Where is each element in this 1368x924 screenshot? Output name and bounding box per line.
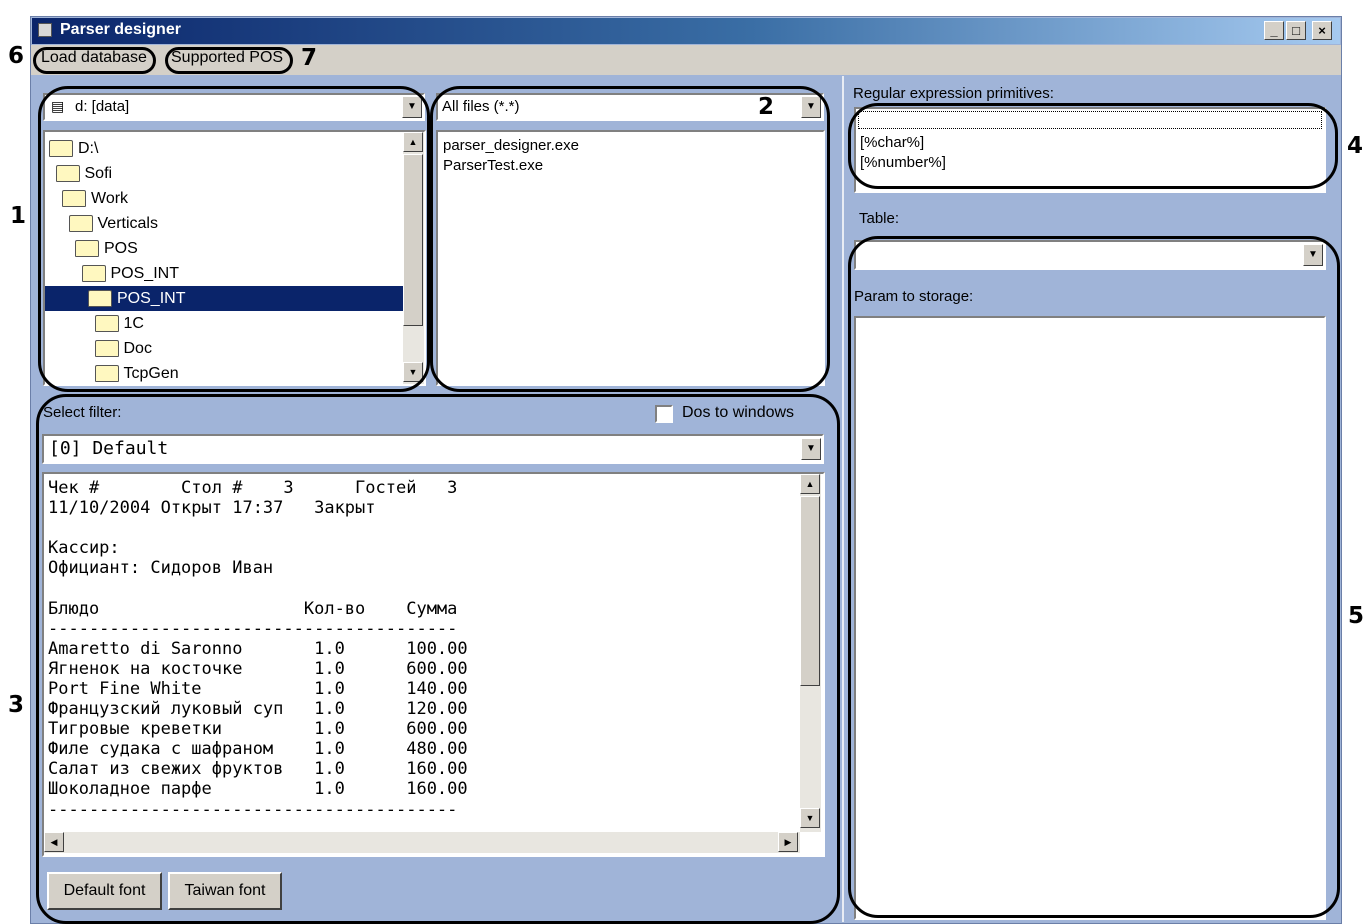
callout-oval-2 (430, 86, 830, 392)
callout-2: 2 (758, 94, 775, 120)
callout-6: 6 (8, 43, 25, 69)
maximize-button[interactable]: □ (1286, 21, 1306, 40)
minimize-button[interactable]: _ (1264, 21, 1284, 40)
callout-7: 7 (301, 45, 318, 71)
callout-oval-7 (165, 47, 293, 74)
regex-label: Regular expression primitives: (853, 85, 1054, 102)
callout-4: 4 (1347, 133, 1364, 159)
callout-oval-5 (848, 236, 1340, 918)
callout-1: 1 (10, 203, 27, 229)
callout-oval-1 (38, 86, 430, 392)
panel-divider (842, 76, 844, 922)
table-label: Table: (859, 210, 900, 227)
title-bar[interactable]: Parser designer _ □ × (32, 18, 1340, 44)
window-title: Parser designer (60, 21, 181, 38)
callout-5: 5 (1348, 603, 1365, 629)
callout-oval-3 (36, 394, 840, 924)
callout-3: 3 (8, 692, 25, 718)
callout-oval-6 (33, 47, 156, 74)
app-icon (38, 23, 52, 37)
close-button[interactable]: × (1312, 21, 1332, 40)
callout-oval-4 (848, 103, 1338, 189)
